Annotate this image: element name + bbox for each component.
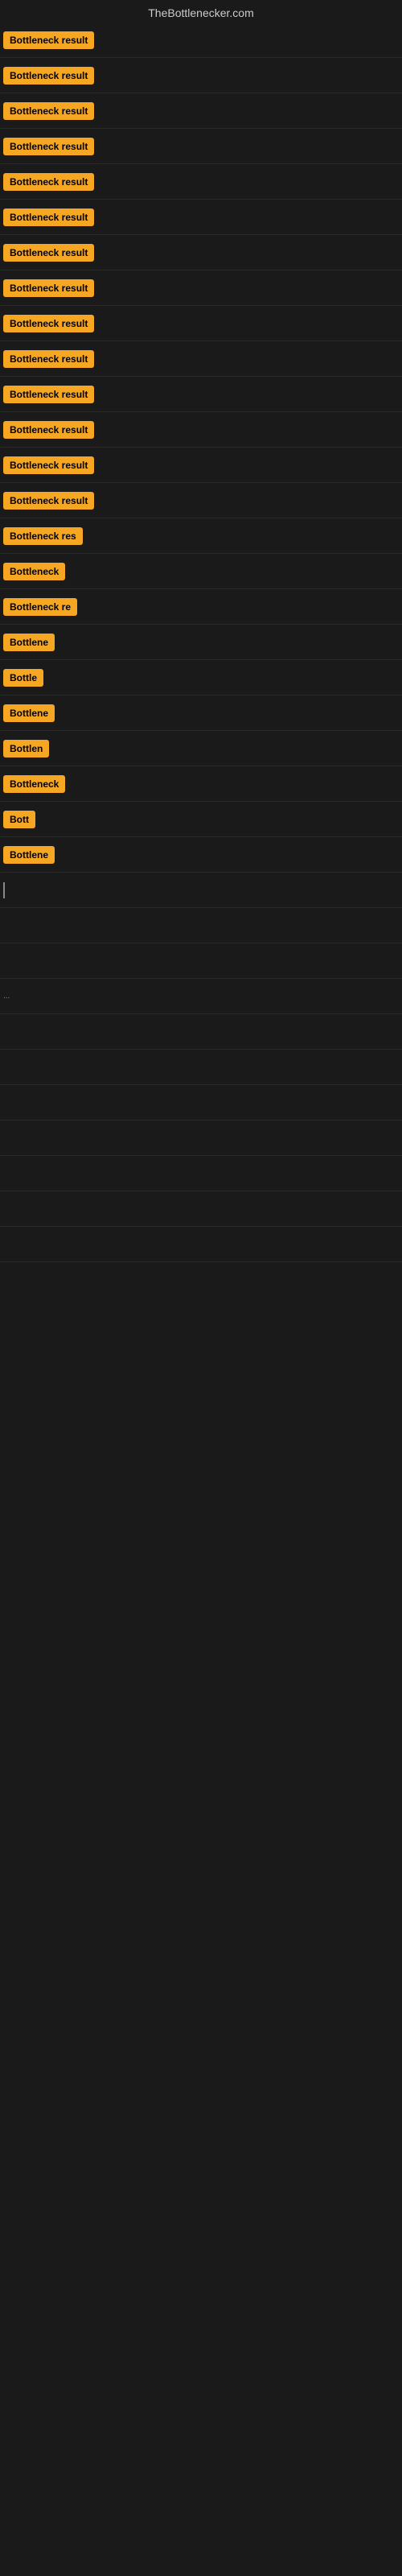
ellipsis: ... (3, 992, 10, 1001)
bottleneck-result-badge[interactable]: Bottleneck (3, 563, 65, 580)
bottleneck-result-badge[interactable]: Bott (3, 811, 35, 828)
bottleneck-result-badge[interactable]: Bottlene (3, 704, 55, 722)
list-item: Bottleneck result (0, 412, 402, 448)
list-item: Bottle (0, 660, 402, 696)
bottleneck-result-badge[interactable]: Bottlene (3, 846, 55, 864)
list-item: Bottleneck (0, 766, 402, 802)
list-item: Bottleneck result (0, 129, 402, 164)
list-item: Bottleneck re (0, 589, 402, 625)
list-item: Bott (0, 802, 402, 837)
bottleneck-result-badge[interactable]: Bottleneck result (3, 279, 94, 297)
list-item: Bottleneck result (0, 270, 402, 306)
list-item: Bottlene (0, 837, 402, 873)
list-item (0, 1050, 402, 1085)
bottleneck-result-badge[interactable]: Bottleneck result (3, 31, 94, 49)
list-item: Bottleneck (0, 554, 402, 589)
bottleneck-result-badge[interactable]: Bottlene (3, 634, 55, 651)
bottleneck-result-badge[interactable]: Bottleneck result (3, 492, 94, 510)
list-item: Bottleneck result (0, 341, 402, 377)
bottleneck-result-badge[interactable]: Bottleneck result (3, 67, 94, 85)
list-item: Bottleneck res (0, 518, 402, 554)
list-item: Bottleneck result (0, 58, 402, 93)
bottleneck-result-badge[interactable]: Bottlen (3, 740, 49, 758)
bottleneck-result-badge[interactable]: Bottleneck result (3, 421, 94, 439)
list-item: Bottlene (0, 625, 402, 660)
list-item: ... (0, 979, 402, 1014)
bottleneck-result-badge[interactable]: Bottleneck result (3, 350, 94, 368)
list-item: Bottleneck result (0, 200, 402, 235)
bottleneck-result-badge[interactable]: Bottle (3, 669, 43, 687)
bottleneck-result-badge[interactable]: Bottleneck result (3, 244, 94, 262)
list-item: Bottleneck result (0, 235, 402, 270)
bottleneck-result-badge[interactable]: Bottleneck result (3, 208, 94, 226)
list-item: Bottlene (0, 696, 402, 731)
list-item (0, 873, 402, 908)
bottleneck-result-badge[interactable]: Bottleneck result (3, 102, 94, 120)
list-item: Bottleneck result (0, 93, 402, 129)
list-item (0, 908, 402, 943)
list-item (0, 1191, 402, 1227)
list-item (0, 1085, 402, 1121)
list-item: Bottleneck result (0, 306, 402, 341)
list-item (0, 943, 402, 979)
list-item: Bottleneck result (0, 23, 402, 58)
bottleneck-result-badge[interactable]: Bottleneck result (3, 386, 94, 403)
cursor-indicator (3, 882, 5, 898)
list-item (0, 1156, 402, 1191)
list-item: Bottleneck result (0, 164, 402, 200)
list-item (0, 1014, 402, 1050)
list-item: Bottleneck result (0, 448, 402, 483)
list-item: Bottleneck result (0, 483, 402, 518)
list-item: Bottlen (0, 731, 402, 766)
site-header: TheBottlenecker.com (0, 0, 402, 23)
list-item: Bottleneck result (0, 377, 402, 412)
bottleneck-result-badge[interactable]: Bottleneck (3, 775, 65, 793)
bottleneck-result-badge[interactable]: Bottleneck result (3, 315, 94, 332)
list-item (0, 1121, 402, 1156)
list-item (0, 1227, 402, 1262)
bottleneck-result-badge[interactable]: Bottleneck result (3, 456, 94, 474)
bottleneck-result-badge[interactable]: Bottleneck result (3, 173, 94, 191)
bottleneck-result-badge[interactable]: Bottleneck result (3, 138, 94, 155)
bottleneck-result-badge[interactable]: Bottleneck res (3, 527, 83, 545)
bottleneck-result-badge[interactable]: Bottleneck re (3, 598, 77, 616)
